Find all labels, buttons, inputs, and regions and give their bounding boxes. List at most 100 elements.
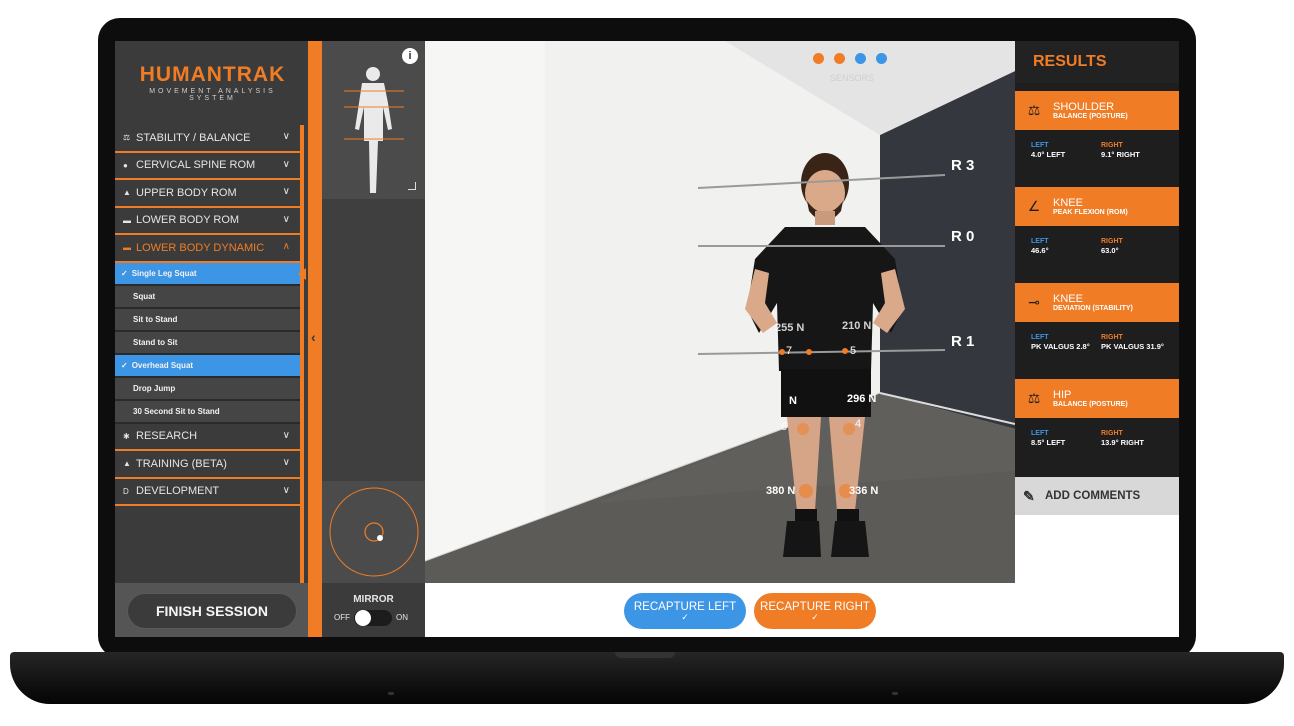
left-label: LEFT xyxy=(1031,430,1049,437)
mirror-off-label: OFF xyxy=(334,613,350,622)
result-name: KNEE xyxy=(1053,293,1083,305)
training-icon: ▲ xyxy=(123,459,131,469)
force-value: 4 xyxy=(855,418,862,430)
sidebar-scrollbar[interactable] xyxy=(300,125,304,583)
test-item-30-second-sit-to-stand[interactable]: 30 Second Sit to Stand xyxy=(115,400,300,424)
sidebar-item-lower-body[interactable]: ▬ LOWER BODY ROM ∨ xyxy=(115,207,300,235)
mirror-control: MIRROR OFF ON xyxy=(322,583,425,637)
mirror-toggle[interactable] xyxy=(354,610,392,626)
result-header: ⚖ SHOULDER BALANCE (POSTURE) xyxy=(1015,91,1179,130)
result-left: LEFT PK VALGUS 2.8° xyxy=(1031,334,1090,351)
toggle-knob xyxy=(355,610,371,626)
result-right: RIGHT PK VALGUS 31.9° xyxy=(1101,334,1164,351)
angle-icon: ∠ xyxy=(1027,198,1041,214)
test-item-label: 30 Second Sit to Stand xyxy=(133,406,220,416)
force-value: 5 xyxy=(850,345,857,357)
collapse-sidebar-icon[interactable]: ‹ xyxy=(311,329,316,345)
result-values: LEFT 46.6° RIGHT 63.0° xyxy=(1015,226,1179,275)
left-value: 46.6° xyxy=(1031,246,1049,255)
info-icon[interactable]: i xyxy=(402,48,418,64)
arm-icon: ▲ xyxy=(123,188,131,198)
result-subtitle: DEVIATION (STABILITY) xyxy=(1053,305,1133,312)
result-card-knee-flexion[interactable]: ∠ KNEE PEAK FLEXION (ROM) LEFT 46.6° RIG… xyxy=(1015,187,1179,275)
result-header: ∠ KNEE PEAK FLEXION (ROM) xyxy=(1015,187,1179,226)
result-card-hip[interactable]: ⚖ HIP BALANCE (POSTURE) LEFT 8.5° LEFT R… xyxy=(1015,379,1179,467)
test-item-label: Overhead Squat xyxy=(131,360,194,370)
result-left: LEFT 4.0° LEFT xyxy=(1031,142,1065,159)
test-item-label: Single Leg Squat xyxy=(131,268,197,278)
sensor-dot-icon xyxy=(813,53,824,64)
test-item-stand-to-sit[interactable]: Stand to Sit xyxy=(115,331,300,355)
left-label: LEFT xyxy=(1031,238,1049,245)
camera-view[interactable]: SENSORS R 3 R 0 R 1 255 N 210 N 7 5 N 29… xyxy=(425,41,1015,583)
test-item-overhead-squat[interactable]: ✓ Overhead Squat xyxy=(115,354,300,378)
force-label: 336 N xyxy=(849,485,879,497)
left-label: LEFT xyxy=(1031,334,1049,341)
test-item-label: Stand to Sit xyxy=(133,337,178,347)
sidebar-item-lower-body-dynamic[interactable]: ▬ LOWER BODY DYNAMIC ∧ xyxy=(115,235,300,263)
camera-scene xyxy=(425,41,1015,583)
app-screen: HUMANTRAK MOVEMENT ANALYSIS SYSTEM ⚖ STA… xyxy=(115,41,1179,637)
check-icon: ✓ xyxy=(811,612,819,622)
chevron-down-icon: ∨ xyxy=(282,186,290,197)
result-right: RIGHT 13.9° RIGHT xyxy=(1101,430,1144,447)
sidebar-item-label: LOWER BODY DYNAMIC xyxy=(136,241,265,254)
sidebar-item-upper-body[interactable]: ▲ UPPER BODY ROM ∨ xyxy=(115,180,300,208)
result-header: ⊸ KNEE DEVIATION (STABILITY) xyxy=(1015,283,1179,322)
result-card-shoulder[interactable]: ⚖ SHOULDER BALANCE (POSTURE) LEFT 4.0° L… xyxy=(1015,91,1179,179)
finish-area: FINISH SESSION xyxy=(115,583,308,637)
line-label: R 1 xyxy=(951,333,975,350)
chevron-down-icon: ∨ xyxy=(282,213,290,225)
sensor-dot-icon xyxy=(834,53,845,64)
recapture-left-button[interactable]: RECAPTURE LEFT ✓ xyxy=(624,593,746,629)
test-item-label: Drop Jump xyxy=(133,383,176,393)
head-icon: ● xyxy=(123,160,128,170)
scale-icon: ⚖ xyxy=(1027,102,1041,118)
check-icon: ✓ xyxy=(681,612,689,622)
sidebar-item-training[interactable]: ▲ TRAINING (BETA) ∨ xyxy=(115,451,300,479)
chevron-down-icon: ∨ xyxy=(282,457,290,468)
result-name: SHOULDER xyxy=(1053,101,1115,113)
sidebar-item-label: TRAINING (BETA) xyxy=(136,457,227,470)
recapture-right-button[interactable]: RECAPTURE RIGHT ✓ xyxy=(754,593,876,629)
left-value: 4.0° LEFT xyxy=(1031,150,1066,159)
line-label: R 3 xyxy=(951,157,975,174)
sidebar-item-label: DEVELOPMENT xyxy=(136,485,220,498)
result-subtitle: BALANCE (POSTURE) xyxy=(1053,401,1128,408)
left-value: 8.5° LEFT xyxy=(1031,438,1066,447)
recapture-bar: RECAPTURE LEFT ✓ RECAPTURE RIGHT ✓ xyxy=(425,583,1015,637)
chevron-down-icon: ∨ xyxy=(282,429,290,441)
right-label: RIGHT xyxy=(1101,430,1123,437)
right-label: RIGHT xyxy=(1101,142,1123,149)
sidebar: HUMANTRAK MOVEMENT ANALYSIS SYSTEM ⚖ STA… xyxy=(115,41,308,637)
sidebar-item-cervical[interactable]: ● CERVICAL SPINE ROM ∨ xyxy=(115,152,300,180)
sidebar-item-stability[interactable]: ⚖ STABILITY / BALANCE ∨ xyxy=(115,125,300,153)
finish-session-button[interactable]: FINISH SESSION xyxy=(127,593,297,629)
test-item-drop-jump[interactable]: Drop Jump xyxy=(115,377,300,401)
chevron-down-icon: ∨ xyxy=(282,484,290,496)
result-card-knee-deviation[interactable]: ⊸ KNEE DEVIATION (STABILITY) LEFT PK VAL… xyxy=(1015,283,1179,371)
test-item-single-leg-squat[interactable]: ✓ Single Leg Squat xyxy=(115,262,306,286)
sidebar-item-label: RESEARCH xyxy=(136,430,198,443)
mirror-on-label: ON xyxy=(396,613,408,622)
test-item-label: Squat xyxy=(133,291,156,301)
force-value: 7 xyxy=(786,345,793,357)
edit-icon: ✎ xyxy=(1023,487,1035,504)
body-figure-panel[interactable]: i xyxy=(322,41,425,199)
balance-target-icon xyxy=(329,487,419,577)
balance-icon: ⚖ xyxy=(123,133,131,143)
sidebar-item-research[interactable]: ✱ RESEARCH ∨ xyxy=(115,423,300,451)
body-figure-icon xyxy=(344,67,404,193)
result-subtitle: PEAK FLEXION (ROM) xyxy=(1053,209,1128,216)
sidebar-item-development[interactable]: D DEVELOPMENT ∨ xyxy=(115,478,300,506)
expand-icon[interactable] xyxy=(408,182,416,190)
sidebar-menu: ⚖ STABILITY / BALANCE ∨ ● CERVICAL SPINE… xyxy=(115,125,306,506)
test-item-sit-to-stand[interactable]: Sit to Stand xyxy=(115,308,300,332)
force-label: 255 N xyxy=(775,322,805,334)
sensor-indicator xyxy=(813,53,903,65)
add-comments-button[interactable]: ✎ ADD COMMENTS xyxy=(1015,477,1179,515)
result-subtitle: BALANCE (POSTURE) xyxy=(1053,113,1128,120)
test-item-label: Sit to Stand xyxy=(133,314,178,324)
test-item-squat[interactable]: Squat xyxy=(115,285,300,309)
right-label: RIGHT xyxy=(1101,238,1123,245)
